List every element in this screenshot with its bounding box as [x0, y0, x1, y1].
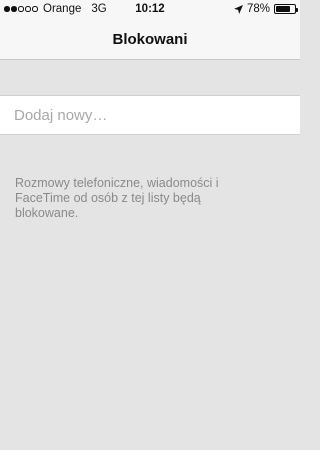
add-new-input[interactable] — [14, 96, 286, 134]
screen: Orange 3G 10:12 78% Blokowani Rozmowy te… — [0, 0, 300, 450]
blocked-list-footer-note: Rozmowy telefoniczne, wiadomości i FaceT… — [15, 176, 219, 220]
navigation-bar: Blokowani — [0, 20, 300, 60]
location-arrow-icon — [233, 4, 243, 14]
status-bar: Orange 3G 10:12 78% — [0, 0, 300, 20]
add-new-row[interactable] — [0, 95, 300, 135]
battery-tip — [296, 8, 298, 12]
status-bar-right: 78% — [233, 3, 298, 15]
battery-percent: 78% — [246, 3, 270, 15]
page-title: Blokowani — [112, 31, 188, 48]
battery-icon — [274, 4, 298, 14]
battery-level-fill — [276, 6, 291, 12]
